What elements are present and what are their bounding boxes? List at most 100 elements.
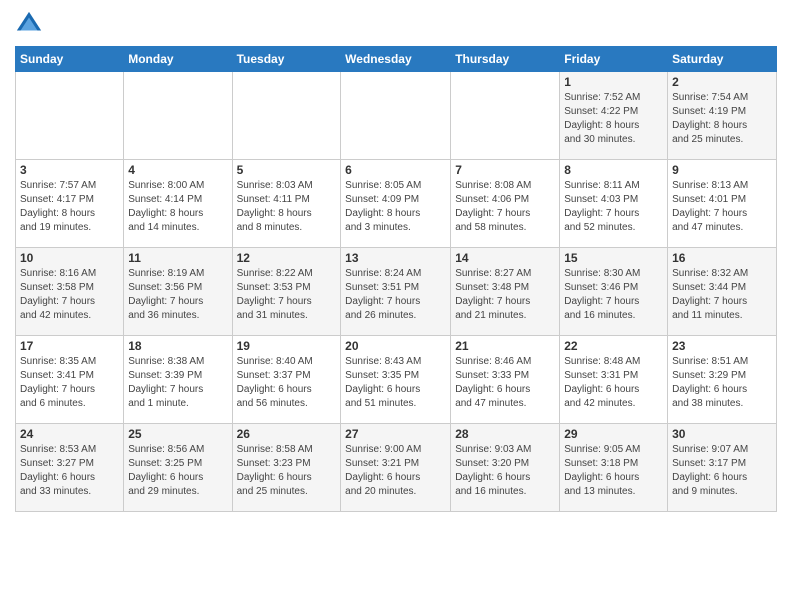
calendar-cell: 22 Sunrise: 8:48 AM Sunset: 3:31 PM Dayli… xyxy=(560,336,668,424)
day-detail: Sunrise: 7:54 AM Sunset: 4:19 PM Dayligh… xyxy=(672,91,772,147)
calendar-cell xyxy=(341,72,451,160)
calendar-week-3: 10 Sunrise: 8:16 AM Sunset: 3:58 PM Dayli… xyxy=(16,248,777,336)
day-number: 1 xyxy=(564,75,663,89)
day-number: 6 xyxy=(345,163,446,177)
weekday-header-tuesday: Tuesday xyxy=(232,47,341,72)
day-number: 9 xyxy=(672,163,772,177)
day-number: 25 xyxy=(128,427,227,441)
calendar-cell xyxy=(124,72,232,160)
day-detail: Sunrise: 8:43 AM Sunset: 3:35 PM Dayligh… xyxy=(345,355,446,411)
day-detail: Sunrise: 8:46 AM Sunset: 3:33 PM Dayligh… xyxy=(455,355,555,411)
day-detail: Sunrise: 9:03 AM Sunset: 3:20 PM Dayligh… xyxy=(455,443,555,499)
calendar-cell: 23Sunrise: 8:51 AM Sunset: 3:29 PM Dayli… xyxy=(668,336,777,424)
day-detail: Sunrise: 7:57 AM Sunset: 4:17 PM Dayligh… xyxy=(20,179,119,235)
day-number: 2 xyxy=(672,75,772,89)
page: SundayMondayTuesdayWednesdayThursdayFrid… xyxy=(0,0,792,612)
day-number: 22 xyxy=(564,339,663,353)
day-number: 28 xyxy=(455,427,555,441)
day-number: 17 xyxy=(20,339,119,353)
calendar-cell: 11 Sunrise: 8:19 AM Sunset: 3:56 PM Dayli… xyxy=(124,248,232,336)
day-detail: Sunrise: 8:58 AM Sunset: 3:23 PM Dayligh… xyxy=(237,443,337,499)
calendar-cell: 18 Sunrise: 8:38 AM Sunset: 3:39 PM Dayli… xyxy=(124,336,232,424)
day-detail: Sunrise: 8:16 AM Sunset: 3:58 PM Dayligh… xyxy=(20,267,119,323)
calendar-cell: 27 Sunrise: 9:00 AM Sunset: 3:21 PM Dayli… xyxy=(341,424,451,512)
day-number: 8 xyxy=(564,163,663,177)
calendar-cell xyxy=(16,72,124,160)
day-detail: Sunrise: 8:13 AM Sunset: 4:01 PM Dayligh… xyxy=(672,179,772,235)
calendar-cell: 7Sunrise: 8:08 AM Sunset: 4:06 PM Daylig… xyxy=(451,160,560,248)
logo-icon xyxy=(15,10,43,38)
day-number: 5 xyxy=(237,163,337,177)
logo xyxy=(15,10,47,38)
calendar-week-2: 3 Sunrise: 7:57 AM Sunset: 4:17 PM Daylig… xyxy=(16,160,777,248)
calendar-cell xyxy=(232,72,341,160)
calendar-cell: 12 Sunrise: 8:22 AM Sunset: 3:53 PM Dayli… xyxy=(232,248,341,336)
weekday-header-sunday: Sunday xyxy=(16,47,124,72)
weekday-row: SundayMondayTuesdayWednesdayThursdayFrid… xyxy=(16,47,777,72)
day-detail: Sunrise: 8:24 AM Sunset: 3:51 PM Dayligh… xyxy=(345,267,446,323)
calendar-cell: 6 Sunrise: 8:05 AM Sunset: 4:09 PM Daylig… xyxy=(341,160,451,248)
day-number: 10 xyxy=(20,251,119,265)
calendar-cell: 2 Sunrise: 7:54 AM Sunset: 4:19 PM Daylig… xyxy=(668,72,777,160)
calendar-cell: 19Sunrise: 8:40 AM Sunset: 3:37 PM Dayli… xyxy=(232,336,341,424)
day-detail: Sunrise: 7:52 AM Sunset: 4:22 PM Dayligh… xyxy=(564,91,663,147)
calendar-cell: 5 Sunrise: 8:03 AM Sunset: 4:11 PM Daylig… xyxy=(232,160,341,248)
day-number: 15 xyxy=(564,251,663,265)
calendar-cell: 1 Sunrise: 7:52 AM Sunset: 4:22 PM Daylig… xyxy=(560,72,668,160)
day-detail: Sunrise: 8:19 AM Sunset: 3:56 PM Dayligh… xyxy=(128,267,227,323)
day-detail: Sunrise: 8:53 AM Sunset: 3:27 PM Dayligh… xyxy=(20,443,119,499)
day-number: 21 xyxy=(455,339,555,353)
weekday-header-friday: Friday xyxy=(560,47,668,72)
day-number: 3 xyxy=(20,163,119,177)
day-detail: Sunrise: 8:27 AM Sunset: 3:48 PM Dayligh… xyxy=(455,267,555,323)
day-number: 30 xyxy=(672,427,772,441)
calendar-cell: 14 Sunrise: 8:27 AM Sunset: 3:48 PM Dayli… xyxy=(451,248,560,336)
calendar-cell: 25 Sunrise: 8:56 AM Sunset: 3:25 PM Dayli… xyxy=(124,424,232,512)
calendar-cell: 13Sunrise: 8:24 AM Sunset: 3:51 PM Dayli… xyxy=(341,248,451,336)
day-number: 4 xyxy=(128,163,227,177)
calendar-cell: 17 Sunrise: 8:35 AM Sunset: 3:41 PM Dayli… xyxy=(16,336,124,424)
weekday-header-monday: Monday xyxy=(124,47,232,72)
day-detail: Sunrise: 8:32 AM Sunset: 3:44 PM Dayligh… xyxy=(672,267,772,323)
day-number: 24 xyxy=(20,427,119,441)
day-detail: Sunrise: 9:05 AM Sunset: 3:18 PM Dayligh… xyxy=(564,443,663,499)
day-detail: Sunrise: 8:48 AM Sunset: 3:31 PM Dayligh… xyxy=(564,355,663,411)
day-detail: Sunrise: 8:38 AM Sunset: 3:39 PM Dayligh… xyxy=(128,355,227,411)
calendar-cell: 16 Sunrise: 8:32 AM Sunset: 3:44 PM Dayli… xyxy=(668,248,777,336)
calendar-header: SundayMondayTuesdayWednesdayThursdayFrid… xyxy=(16,47,777,72)
day-detail: Sunrise: 8:22 AM Sunset: 3:53 PM Dayligh… xyxy=(237,267,337,323)
weekday-header-thursday: Thursday xyxy=(451,47,560,72)
calendar-cell: 21 Sunrise: 8:46 AM Sunset: 3:33 PM Dayli… xyxy=(451,336,560,424)
day-number: 14 xyxy=(455,251,555,265)
calendar-cell: 29 Sunrise: 9:05 AM Sunset: 3:18 PM Dayli… xyxy=(560,424,668,512)
day-detail: Sunrise: 8:30 AM Sunset: 3:46 PM Dayligh… xyxy=(564,267,663,323)
day-detail: Sunrise: 9:00 AM Sunset: 3:21 PM Dayligh… xyxy=(345,443,446,499)
calendar-cell: 20Sunrise: 8:43 AM Sunset: 3:35 PM Dayli… xyxy=(341,336,451,424)
day-detail: Sunrise: 8:03 AM Sunset: 4:11 PM Dayligh… xyxy=(237,179,337,235)
day-detail: Sunrise: 8:11 AM Sunset: 4:03 PM Dayligh… xyxy=(564,179,663,235)
day-number: 27 xyxy=(345,427,446,441)
day-number: 29 xyxy=(564,427,663,441)
day-number: 19 xyxy=(237,339,337,353)
day-detail: Sunrise: 9:07 AM Sunset: 3:17 PM Dayligh… xyxy=(672,443,772,499)
calendar-cell: 9 Sunrise: 8:13 AM Sunset: 4:01 PM Daylig… xyxy=(668,160,777,248)
weekday-header-wednesday: Wednesday xyxy=(341,47,451,72)
day-number: 26 xyxy=(237,427,337,441)
weekday-header-saturday: Saturday xyxy=(668,47,777,72)
calendar-cell: 3 Sunrise: 7:57 AM Sunset: 4:17 PM Daylig… xyxy=(16,160,124,248)
day-detail: Sunrise: 8:35 AM Sunset: 3:41 PM Dayligh… xyxy=(20,355,119,411)
day-number: 18 xyxy=(128,339,227,353)
calendar-cell: 24 Sunrise: 8:53 AM Sunset: 3:27 PM Dayli… xyxy=(16,424,124,512)
day-detail: Sunrise: 8:05 AM Sunset: 4:09 PM Dayligh… xyxy=(345,179,446,235)
calendar-cell: 26 Sunrise: 8:58 AM Sunset: 3:23 PM Dayli… xyxy=(232,424,341,512)
calendar-cell: 10 Sunrise: 8:16 AM Sunset: 3:58 PM Dayli… xyxy=(16,248,124,336)
header xyxy=(15,10,777,38)
day-detail: Sunrise: 8:56 AM Sunset: 3:25 PM Dayligh… xyxy=(128,443,227,499)
day-detail: Sunrise: 8:51 AM Sunset: 3:29 PM Dayligh… xyxy=(672,355,772,411)
calendar-cell: 28 Sunrise: 9:03 AM Sunset: 3:20 PM Dayli… xyxy=(451,424,560,512)
day-number: 11 xyxy=(128,251,227,265)
calendar-cell: 4Sunrise: 8:00 AM Sunset: 4:14 PM Daylig… xyxy=(124,160,232,248)
day-number: 12 xyxy=(237,251,337,265)
day-number: 16 xyxy=(672,251,772,265)
calendar-cell: 30 Sunrise: 9:07 AM Sunset: 3:17 PM Dayli… xyxy=(668,424,777,512)
